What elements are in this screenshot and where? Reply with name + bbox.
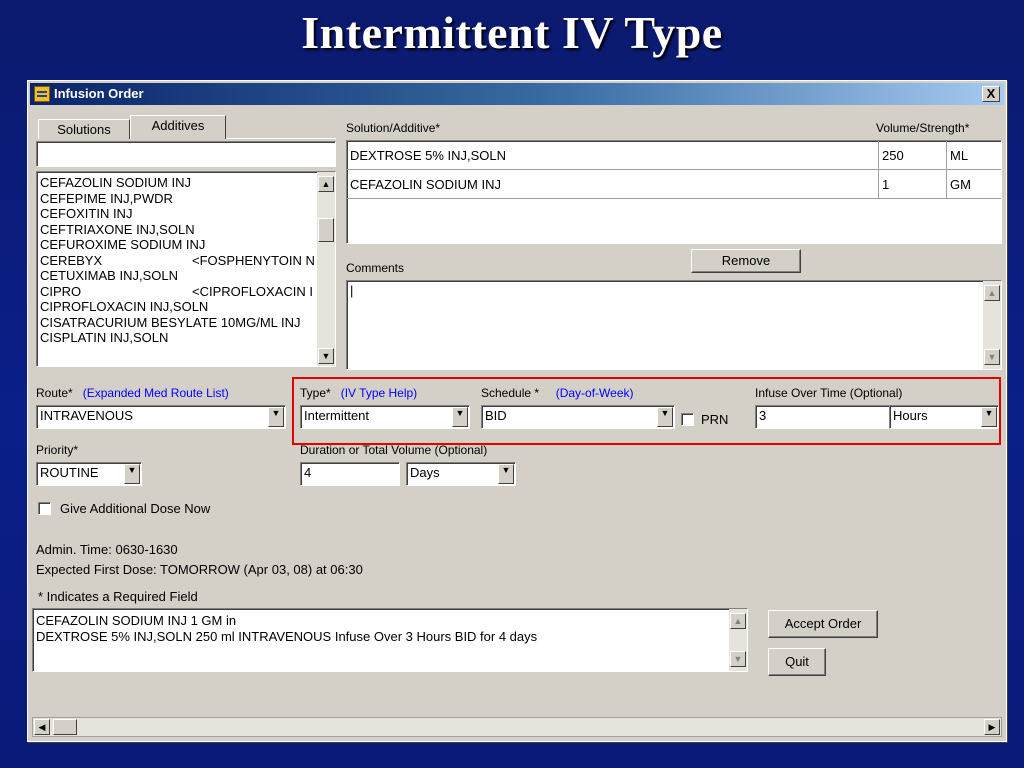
list-item-alias: <CIPROFLOXACIN I — [192, 283, 313, 299]
prn-label: PRN — [701, 412, 729, 427]
list-item[interactable]: CIPROFLOXACIN INJ,SOLN — [37, 299, 318, 315]
comments-scrollbar[interactable]: ▲ ▼ — [983, 281, 1001, 369]
chevron-down-icon[interactable]: ▼ — [657, 407, 673, 427]
scroll-thumb[interactable] — [53, 719, 77, 735]
slide-title: Intermittent IV Type — [301, 7, 723, 58]
give-dose-checkbox[interactable] — [38, 502, 51, 515]
chevron-down-icon[interactable]: ▼ — [452, 407, 468, 427]
list-item-name: CEFAZOLIN SODIUM INJ — [40, 175, 191, 190]
first-dose-text: Expected First Dose: TOMORROW (Apr 03, 0… — [36, 562, 363, 577]
route-combo[interactable]: INTRAVENOUS ▼ — [36, 405, 286, 429]
iv-type-help-link[interactable]: (IV Type Help) — [341, 386, 417, 400]
list-item[interactable]: CEFAZOLIN SODIUM INJ — [37, 175, 318, 191]
summary-line: DEXTROSE 5% INJ,SOLN 250 ml INTRAVENOUS … — [36, 629, 538, 644]
scroll-down-icon[interactable]: ▼ — [730, 651, 746, 667]
list-item-name: CEFEPIME INJ,PWDR — [40, 190, 173, 206]
scroll-up-icon[interactable]: ▲ — [984, 285, 1000, 301]
solution-additive-header: Solution/Additive* — [346, 121, 441, 135]
list-item[interactable]: CEFTRIAXONE INJ,SOLN — [37, 222, 318, 238]
list-item[interactable]: CISATRACURIUM BESYLATE 10MG/ML INJ — [37, 315, 318, 331]
horizontal-scrollbar[interactable]: ◀ ▶ — [32, 717, 1002, 737]
grid-row[interactable]: DEXTROSE 5% INJ,SOLN 250 ML — [347, 141, 1001, 170]
grid-cell-amount[interactable]: 250 — [879, 141, 947, 170]
grid-row[interactable]: CEFAZOLIN SODIUM INJ 1 GM — [347, 170, 1001, 199]
close-button[interactable]: X — [982, 86, 1000, 102]
scroll-up-icon[interactable]: ▲ — [318, 176, 334, 192]
chevron-down-icon[interactable]: ▼ — [268, 407, 284, 427]
list-item[interactable]: CIPRO <CIPROFLOXACIN I — [37, 284, 318, 300]
infuse-time-input[interactable]: 3 — [755, 405, 891, 429]
tab-strip-line — [226, 138, 336, 139]
list-item-name: CEFOXITIN INJ — [40, 206, 133, 221]
duration-input[interactable]: 4 — [300, 462, 400, 486]
prn-checkbox[interactable] — [681, 413, 694, 426]
summary-scrollbar[interactable]: ▲ ▼ — [729, 609, 747, 671]
day-of-week-link[interactable]: (Day-of-Week) — [556, 386, 634, 400]
schedule-combo[interactable]: BID ▼ — [481, 405, 675, 429]
infuse-unit-combo[interactable]: Hours ▼ — [889, 405, 999, 429]
priority-combo[interactable]: ROUTINE ▼ — [36, 462, 142, 486]
list-item-name: CEREBYX — [40, 252, 103, 268]
scroll-down-icon[interactable]: ▼ — [984, 349, 1000, 365]
list-item-name: CEFTRIAXONE INJ,SOLN — [40, 221, 195, 237]
infuse-over-label: Infuse Over Time (Optional) — [755, 386, 903, 400]
additives-scrollbar[interactable]: ▲ ▼ — [317, 172, 335, 366]
list-item[interactable]: CEFEPIME INJ,PWDR — [37, 191, 318, 207]
admin-time-text: Admin. Time: 0630-1630 — [36, 542, 178, 557]
grid-cell-name: CEFAZOLIN SODIUM INJ — [347, 170, 879, 199]
list-item-name: CISPLATIN INJ,SOLN — [40, 330, 169, 345]
list-item-name: CISATRACURIUM BESYLATE 10MG/ML INJ — [40, 314, 301, 330]
list-item-name: CIPRO — [40, 283, 82, 299]
volume-strength-header: Volume/Strength* — [876, 121, 970, 135]
required-field-note: * Indicates a Required Field — [38, 589, 198, 604]
comments-textarea[interactable]: | ▲ ▼ — [346, 280, 1002, 370]
duration-unit-combo[interactable]: Days ▼ — [406, 462, 516, 486]
scroll-thumb[interactable] — [318, 218, 334, 242]
list-item[interactable]: CEREBYX <FOSPHENYTOIN N — [37, 253, 318, 269]
list-item[interactable]: CEFOXITIN INJ — [37, 206, 318, 222]
solution-grid[interactable]: DEXTROSE 5% INJ,SOLN 250 ML CEFAZOLIN SO… — [346, 140, 1002, 244]
remove-button[interactable]: Remove — [691, 249, 801, 273]
list-item-alias: <FOSPHENYTOIN N — [192, 252, 315, 268]
schedule-label: Schedule * (Day-of-Week) — [481, 386, 634, 400]
additives-list[interactable]: CEFAZOLIN SODIUM INJ CEFEPIME INJ,PWDR CEF… — [36, 171, 336, 367]
chevron-down-icon[interactable]: ▼ — [981, 407, 997, 427]
chevron-down-icon[interactable]: ▼ — [124, 464, 140, 484]
list-item[interactable]: CETUXIMAB INJ,SOLN — [37, 268, 318, 284]
order-summary-text[interactable]: CEFAZOLIN SODIUM INJ 1 GM in DEXTROSE 5%… — [32, 608, 748, 672]
app-icon — [34, 86, 50, 102]
comments-label: Comments — [346, 261, 405, 275]
additive-search-input[interactable] — [36, 141, 336, 167]
summary-line: CEFAZOLIN SODIUM INJ 1 GM in — [36, 613, 237, 628]
list-item-name: CEFUROXIME SODIUM INJ — [40, 237, 206, 252]
type-combo[interactable]: Intermittent ▼ — [300, 405, 470, 429]
list-item[interactable]: CEFUROXIME SODIUM INJ — [37, 237, 318, 253]
priority-label: Priority* — [36, 443, 79, 457]
infusion-order-window: Infusion Order X Solutions Additives CEF… — [27, 80, 1007, 742]
grid-cell-unit[interactable]: ML — [947, 141, 999, 170]
quit-button[interactable]: Quit — [768, 648, 826, 676]
tab-solutions[interactable]: Solutions — [38, 119, 130, 139]
grid-cell-amount[interactable]: 1 — [879, 170, 947, 199]
expanded-route-link[interactable]: (Expanded Med Route List) — [83, 386, 229, 400]
tab-additives[interactable]: Additives — [130, 115, 226, 139]
scroll-right-icon[interactable]: ▶ — [984, 719, 1000, 735]
scroll-down-icon[interactable]: ▼ — [318, 348, 334, 364]
type-label: Type* (IV Type Help) — [300, 386, 418, 400]
list-item-name: CETUXIMAB INJ,SOLN — [40, 268, 178, 283]
scroll-left-icon[interactable]: ◀ — [34, 719, 50, 735]
chevron-down-icon[interactable]: ▼ — [498, 464, 514, 484]
grid-cell-name: DEXTROSE 5% INJ,SOLN — [347, 141, 879, 170]
window-titlebar: Infusion Order X — [30, 83, 1004, 105]
duration-label: Duration or Total Volume (Optional) — [300, 443, 488, 457]
give-dose-label: Give Additional Dose Now — [60, 501, 211, 516]
route-label: Route* (Expanded Med Route List) — [36, 386, 229, 400]
accept-order-button[interactable]: Accept Order — [768, 610, 878, 638]
list-item[interactable]: CISPLATIN INJ,SOLN — [37, 330, 318, 346]
scroll-up-icon[interactable]: ▲ — [730, 613, 746, 629]
grid-cell-unit[interactable]: GM — [947, 170, 999, 199]
list-item-name: CIPROFLOXACIN INJ,SOLN — [40, 299, 209, 314]
window-title: Infusion Order — [54, 86, 144, 101]
